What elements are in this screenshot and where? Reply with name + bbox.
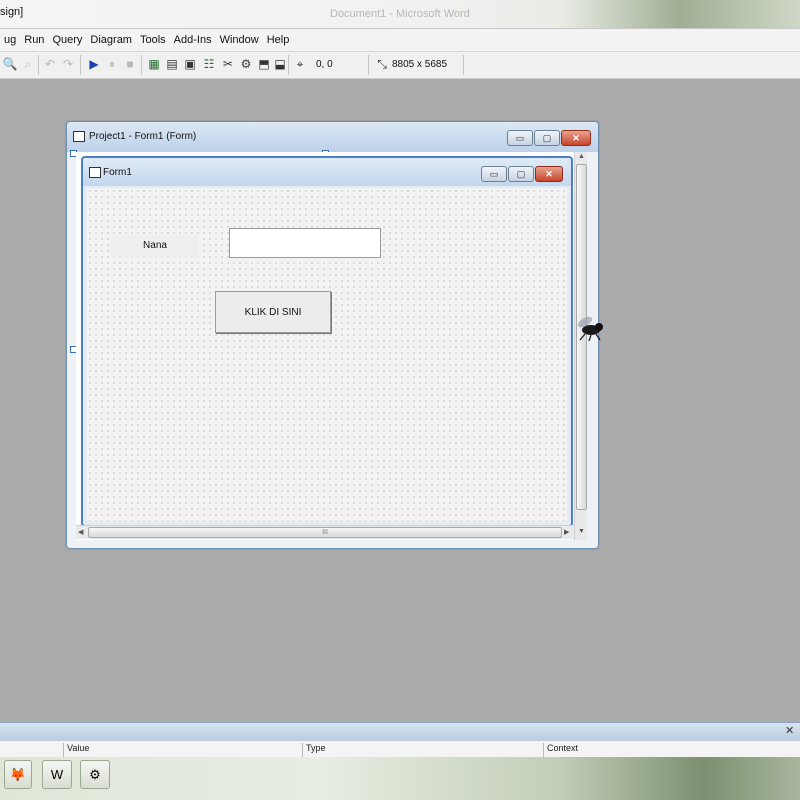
form1-maximize-button[interactable]: ▢	[508, 166, 534, 182]
size-icon: ⤡	[377, 57, 387, 71]
scroll-right-icon[interactable]: ▶	[564, 528, 569, 536]
visual-component-icon[interactable]: ⬓	[272, 56, 288, 72]
designer-title: Project1 - Form1 (Form)	[89, 131, 197, 142]
minimize-button[interactable]: ▭	[507, 130, 533, 146]
properties-pane-header	[0, 722, 800, 741]
designer-title-bar[interactable]: Project1 - Form1 (Form) ▭ ▢ ✕	[67, 122, 598, 152]
menu-tools[interactable]: Tools	[136, 34, 170, 46]
menu-query[interactable]: Query	[48, 34, 86, 46]
pane-close-icon[interactable]: ✕	[785, 724, 794, 737]
menu-help[interactable]: Help	[263, 34, 294, 46]
toolbar-separator	[80, 55, 81, 75]
menu-run[interactable]: Run	[20, 34, 48, 46]
scroll-left-icon[interactable]: ◀	[78, 528, 83, 536]
component-manager-icon[interactable]: ⬒	[256, 56, 272, 72]
title-bar: sign] Document1 - Microsoft Word	[0, 0, 800, 29]
form-designer-window: Project1 - Form1 (Form) ▭ ▢ ✕ Form1 ▭ ▢ …	[66, 121, 599, 549]
position-readout: 0, 0	[316, 59, 333, 70]
scroll-up-icon[interactable]: ▲	[578, 153, 585, 160]
pause-icon[interactable]: ⏸	[104, 56, 120, 72]
designer-client-area: Form1 ▭ ▢ ✕ Nana KLIK DI SINI ▲ ▼ ◀ III …	[76, 152, 587, 540]
menu-debug[interactable]: ug	[0, 34, 20, 46]
object-browser-icon[interactable]: ☷	[201, 56, 217, 72]
find-next-icon[interactable]: ⌕	[20, 56, 36, 72]
column-header-context[interactable]: Context	[543, 743, 777, 757]
firefox-icon[interactable]: 🦊	[4, 760, 32, 789]
toolbar-separator	[368, 55, 369, 75]
toolbar-separator	[38, 55, 39, 75]
label-nama[interactable]: Nana	[111, 235, 199, 257]
project-explorer-icon[interactable]: ▦	[146, 56, 162, 72]
scroll-down-icon[interactable]: ▼	[578, 528, 585, 535]
standard-toolbar: 🔍 ⌕ ↶ ↷ ▶ ⏸ ■ ▦ ▤ ▣ ☷ ✂ ⚙ ⬒ ⬓ ⌖ 0, 0 ⤡ 8…	[0, 52, 800, 79]
vb-ide-icon[interactable]: ⚙	[80, 760, 110, 789]
maximize-button[interactable]: ▢	[534, 130, 560, 146]
size-readout: 8805 x 5685	[392, 59, 448, 70]
klik-di-sini-button[interactable]: KLIK DI SINI	[215, 291, 331, 333]
position-icon: ⌖	[296, 57, 304, 71]
menu-bar: ug Run Query Diagram Tools Add-Ins Windo…	[0, 29, 800, 52]
word-icon[interactable]: W	[42, 760, 72, 789]
toolbar-separator	[463, 55, 464, 75]
vertical-scrollbar[interactable]: ▲ ▼	[574, 152, 587, 540]
form1-design-grid[interactable]: Nana KLIK DI SINI	[87, 188, 567, 521]
background-window-title: Document1 - Microsoft Word	[330, 8, 470, 20]
undo-icon[interactable]: ↶	[42, 56, 58, 72]
form1-title-bar[interactable]: Form1 ▭ ▢ ✕	[83, 158, 571, 186]
form1[interactable]: Form1 ▭ ▢ ✕ Nana KLIK DI SINI	[81, 156, 573, 527]
stop-icon[interactable]: ■	[122, 56, 138, 72]
form1-close-button[interactable]: ✕	[535, 166, 563, 182]
menu-diagram[interactable]: Diagram	[86, 34, 136, 46]
horizontal-scroll-thumb[interactable]: III	[88, 527, 562, 538]
form1-title: Form1	[103, 167, 132, 178]
form-window-icon	[73, 131, 85, 142]
properties-window-icon[interactable]: ▤	[164, 56, 180, 72]
fly-icon	[577, 316, 603, 342]
taskbar: 🦊 W ⚙	[0, 757, 800, 800]
text-input[interactable]	[229, 228, 381, 258]
find-icon[interactable]: 🔍	[2, 56, 18, 72]
window-title: sign]	[0, 6, 24, 18]
data-view-icon[interactable]: ⚙	[238, 56, 254, 72]
close-button[interactable]: ✕	[561, 130, 591, 146]
form1-minimize-button[interactable]: ▭	[481, 166, 507, 182]
toolbar-separator	[141, 55, 142, 75]
form-layout-icon[interactable]: ▣	[182, 56, 198, 72]
run-icon[interactable]: ▶	[86, 56, 102, 72]
toolbox-icon[interactable]: ✂	[220, 56, 236, 72]
form1-icon	[89, 167, 101, 178]
column-header-value[interactable]: Value	[63, 743, 301, 757]
menu-window[interactable]: Window	[216, 34, 263, 46]
horizontal-scrollbar[interactable]: ◀ III ▶	[76, 525, 574, 539]
menu-add-ins[interactable]: Add-Ins	[170, 34, 216, 46]
redo-icon[interactable]: ↷	[60, 56, 76, 72]
column-header-type[interactable]: Type	[302, 743, 542, 757]
toolbar-separator	[288, 55, 289, 75]
